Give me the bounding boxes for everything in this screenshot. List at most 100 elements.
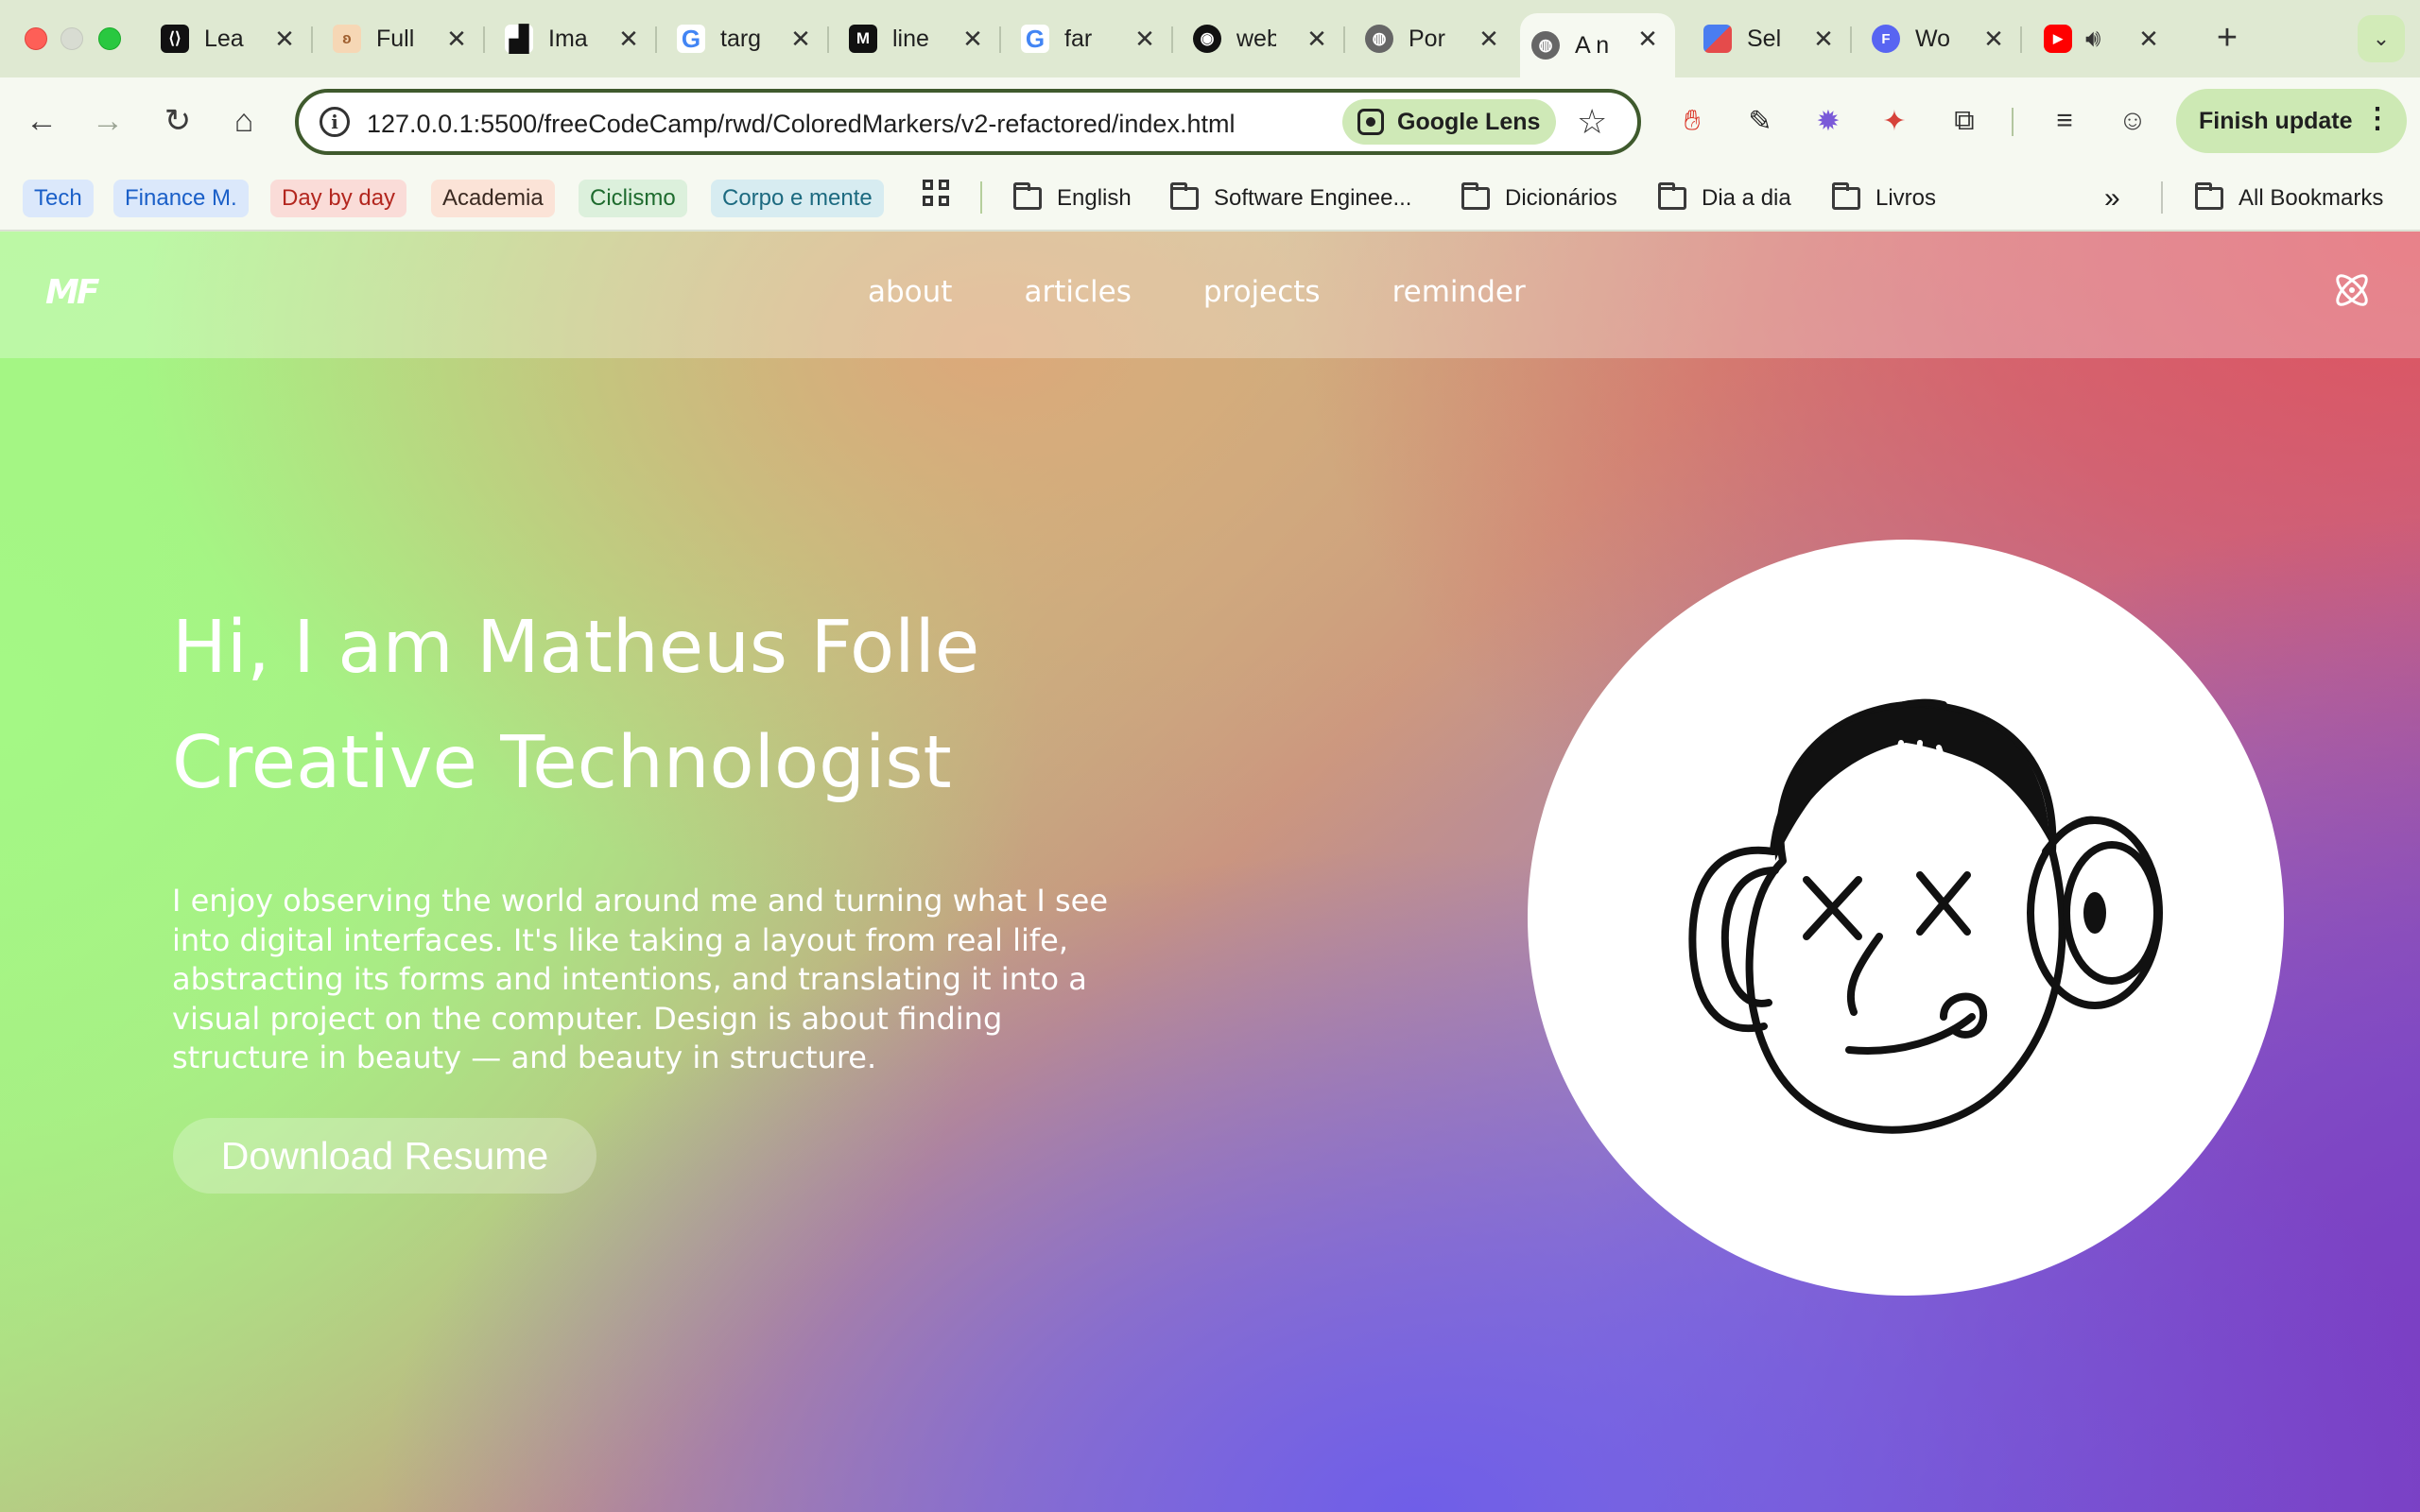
close-icon[interactable]: ✕: [442, 25, 471, 53]
profile-avatar-icon[interactable]: ☺: [2112, 100, 2153, 142]
folder-label: Software Enginee...: [1214, 185, 1412, 211]
tab-active[interactable]: ◍ A n ✕: [1520, 13, 1675, 77]
folder-icon: [1832, 182, 1860, 210]
reload-button[interactable]: ↻: [155, 98, 200, 144]
tab-title: Full: [376, 25, 415, 52]
bookmark-folder[interactable]: English: [1013, 180, 1132, 217]
site-info-icon[interactable]: i: [320, 107, 350, 137]
tab[interactable]: ⟨⟩ Learn ✕: [149, 13, 313, 64]
finish-update-button[interactable]: Finish update ⋮: [2176, 89, 2407, 153]
close-icon[interactable]: ✕: [1131, 25, 1159, 53]
tab[interactable]: ▶ 🔊︎ ✕: [2032, 13, 2176, 64]
close-icon[interactable]: ✕: [270, 25, 299, 53]
bookmark-star-icon[interactable]: ☆: [1577, 102, 1607, 142]
bookmark-chip[interactable]: Corpo e mente: [711, 180, 884, 217]
tab[interactable]: G target ✕: [666, 13, 829, 64]
tab[interactable]: ◍ Por ✕: [1354, 13, 1516, 64]
tab[interactable]: ◉ web ✕: [1182, 13, 1345, 64]
speaker-icon[interactable]: 🔊︎: [2085, 24, 2100, 54]
apps-grid-icon[interactable]: [923, 180, 949, 206]
bookmark-folder[interactable]: Dicionários: [1461, 180, 1617, 217]
close-icon[interactable]: ✕: [959, 25, 987, 53]
bookmark-chip[interactable]: Academia: [431, 180, 555, 217]
extensions-puzzle-icon[interactable]: ⧉: [1944, 100, 1985, 142]
nav-link-reminder[interactable]: reminder: [1392, 275, 1526, 309]
folder-icon: [1658, 182, 1686, 210]
runner-extension-icon[interactable]: ✦: [1874, 100, 1915, 142]
folder-label: English: [1057, 185, 1132, 211]
face-illustration-icon: [1688, 698, 2163, 1134]
folder-label: Dia a dia: [1702, 185, 1791, 211]
close-icon[interactable]: ✕: [1809, 25, 1838, 53]
tab[interactable]: Sel ✕: [1692, 13, 1852, 64]
brackets-logo-icon: ⟨⟩: [161, 25, 189, 53]
close-window-button[interactable]: [25, 27, 47, 50]
menu-dots-icon[interactable]: ⋮: [2363, 102, 2392, 135]
atom-icon[interactable]: [2329, 267, 2375, 313]
hamster-icon: ʚ: [333, 25, 361, 53]
hero-title-line-1: Hi, I am Matheus Folle: [172, 606, 980, 690]
bookmarks-bar: Tech Finance M. Day by day Academia Cicl…: [0, 164, 2420, 231]
forward-button[interactable]: →: [85, 98, 130, 144]
globe-icon: ◍: [1365, 25, 1393, 53]
site-header: MF about articles projects reminder: [0, 232, 2420, 358]
close-icon[interactable]: ✕: [2135, 25, 2163, 53]
close-icon[interactable]: ✕: [1303, 25, 1331, 53]
tab[interactable]: M line ✕: [838, 13, 1001, 64]
home-button[interactable]: ⌂: [221, 98, 267, 144]
folder-icon: [1013, 182, 1042, 210]
tab-title: far: [1064, 25, 1093, 52]
download-resume-button[interactable]: Download Resume: [173, 1118, 596, 1194]
tab-title: Learn: [204, 25, 244, 52]
google-icon: G: [677, 25, 705, 53]
bookmark-chip[interactable]: Finance M.: [113, 180, 249, 217]
all-bookmarks-button[interactable]: All Bookmarks: [2195, 180, 2383, 217]
tab[interactable]: G far ✕: [1010, 13, 1173, 64]
colorful-icon: [1703, 25, 1732, 53]
github-icon: ◉: [1193, 25, 1221, 53]
close-icon[interactable]: ✕: [614, 25, 643, 53]
site-logo[interactable]: MF: [45, 273, 99, 312]
all-bookmarks-label: All Bookmarks: [2238, 185, 2384, 211]
tab[interactable]: ▟ Image ✕: [493, 13, 657, 64]
hero-title: Hi, I am Matheus Folle Creative Technolo…: [172, 591, 979, 821]
close-icon[interactable]: ✕: [1979, 25, 2008, 53]
browser-toolbar: ← → ↻ ⌂ i 127.0.0.1:5500/freeCodeCamp/rw…: [0, 77, 2420, 164]
bookmark-folder[interactable]: Dia a dia: [1658, 180, 1791, 217]
address-bar[interactable]: i 127.0.0.1:5500/freeCodeCamp/rwd/Colore…: [295, 89, 1641, 155]
close-icon[interactable]: ✕: [786, 25, 815, 53]
tab-title: web: [1236, 25, 1276, 52]
medium-icon: M: [849, 25, 877, 53]
close-icon[interactable]: ✕: [1634, 25, 1662, 53]
maximize-window-button[interactable]: [98, 27, 121, 50]
tab[interactable]: F Wo ✕: [1860, 13, 2022, 64]
tab[interactable]: ʚ Full ✕: [321, 13, 485, 64]
tab-search-button[interactable]: ⌄: [2358, 15, 2405, 62]
bookmark-divider: [980, 181, 982, 214]
google-lens-button[interactable]: Google Lens: [1342, 99, 1556, 145]
new-tab-button[interactable]: +: [2208, 18, 2246, 58]
tab-title: Por: [1409, 25, 1445, 52]
bookmark-folder[interactable]: Livros: [1832, 180, 1936, 217]
media-queue-icon[interactable]: ≡: [2044, 100, 2085, 142]
nav-link-projects[interactable]: projects: [1203, 275, 1321, 309]
nav-link-articles[interactable]: articles: [1024, 275, 1131, 309]
url-text[interactable]: 127.0.0.1:5500/freeCodeCamp/rwd/ColoredM…: [367, 110, 1312, 139]
folder-label: Livros: [1876, 185, 1937, 211]
f-circle-icon: F: [1872, 25, 1900, 53]
close-icon[interactable]: ✕: [1475, 25, 1503, 53]
adblock-hand-icon[interactable]: ✋︎: [1671, 100, 1713, 142]
bookmark-folder[interactable]: Software Enginee...: [1170, 180, 1411, 217]
globe-icon: ◍: [1531, 31, 1560, 60]
tab-title: line: [892, 25, 929, 52]
gear-extension-icon[interactable]: ✹: [1807, 100, 1849, 142]
folder-icon: [1461, 182, 1490, 210]
bookmark-chip[interactable]: Ciclismo: [579, 180, 687, 217]
bookmark-chip[interactable]: Tech: [23, 180, 94, 217]
eyedropper-icon[interactable]: ✎: [1739, 100, 1781, 142]
minimize-window-button[interactable]: [60, 27, 83, 50]
bookmark-chip[interactable]: Day by day: [270, 180, 407, 217]
bookmarks-overflow-button[interactable]: »: [2104, 180, 2120, 217]
back-button[interactable]: ←: [19, 98, 64, 144]
nav-link-about[interactable]: about: [868, 275, 952, 309]
